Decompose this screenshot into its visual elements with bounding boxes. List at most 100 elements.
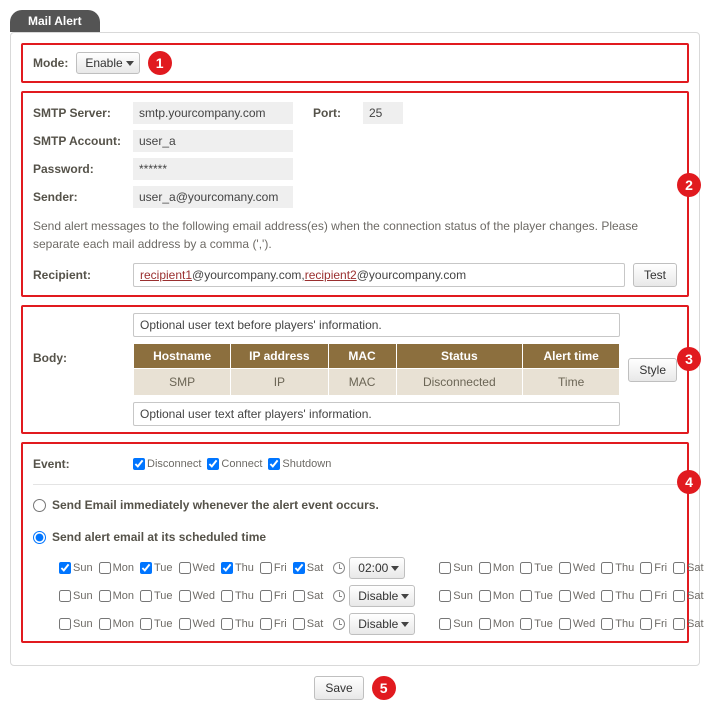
day-thu-checkbox[interactable] — [221, 618, 233, 630]
day-thu-checkbox[interactable] — [601, 590, 613, 602]
schedule-row-1-left: SunMonTueWedThuFriSatDisable — [59, 585, 415, 607]
day-fri-checkbox[interactable] — [260, 618, 272, 630]
day-sat-checkbox[interactable] — [673, 618, 685, 630]
day-thu-checkbox[interactable] — [601, 562, 613, 574]
style-button[interactable]: Style — [628, 358, 677, 382]
day-sat-label: Sat — [307, 563, 324, 574]
day-wed-checkbox[interactable] — [559, 590, 571, 602]
td-hostname: SMP — [134, 369, 231, 396]
day-fri-label: Fri — [274, 563, 287, 574]
mode-label: Mode: — [33, 56, 68, 70]
day-wed-checkbox[interactable] — [559, 618, 571, 630]
day-mon-checkbox[interactable] — [99, 618, 111, 630]
time-select[interactable]: 02:00 — [349, 557, 405, 579]
day-wed-checkbox[interactable] — [179, 562, 191, 574]
day-wed-label: Wed — [193, 619, 215, 630]
day-mon-checkbox[interactable] — [479, 618, 491, 630]
body-before-input[interactable] — [133, 313, 620, 337]
body-section: 3 Body: Hostname IP address MAC Status A… — [21, 305, 689, 434]
day-sun-checkbox[interactable] — [439, 590, 451, 602]
event-connect-checkbox[interactable] — [207, 458, 219, 470]
day-tue-checkbox[interactable] — [520, 590, 532, 602]
day-mon-checkbox[interactable] — [479, 562, 491, 574]
send-scheduled-radio[interactable] — [33, 531, 46, 544]
day-mon-checkbox[interactable] — [99, 590, 111, 602]
day-tue-checkbox[interactable] — [140, 590, 152, 602]
day-sat-checkbox[interactable] — [293, 618, 305, 630]
clock-icon — [333, 562, 345, 574]
body-preview-table: Hostname IP address MAC Status Alert tim… — [133, 343, 620, 396]
schedule-row-2-left: SunMonTueWedThuFriSatDisable — [59, 613, 415, 635]
smtp-server-label: SMTP Server: — [33, 106, 133, 120]
day-tue-checkbox[interactable] — [520, 618, 532, 630]
day-fri-label: Fri — [654, 563, 667, 574]
event-disconnect-checkbox[interactable] — [133, 458, 145, 470]
clock-icon — [333, 618, 345, 630]
day-fri-label: Fri — [274, 591, 287, 602]
annotation-1: 1 — [148, 51, 172, 75]
smtp-server-input[interactable] — [133, 102, 293, 124]
smtp-password-input[interactable] — [133, 158, 293, 180]
smtp-account-input[interactable] — [133, 130, 293, 152]
day-sat-checkbox[interactable] — [293, 590, 305, 602]
day-thu-checkbox[interactable] — [221, 562, 233, 574]
day-sat-label: Sat — [687, 619, 704, 630]
day-tue-label: Tue — [534, 619, 553, 630]
day-sat-checkbox[interactable] — [293, 562, 305, 574]
day-tue-checkbox[interactable] — [520, 562, 532, 574]
day-tue-checkbox[interactable] — [140, 618, 152, 630]
mode-value: Enable — [85, 56, 122, 70]
time-select[interactable]: Disable — [349, 613, 415, 635]
save-button[interactable]: Save — [314, 676, 363, 700]
day-fri-checkbox[interactable] — [640, 590, 652, 602]
day-mon-checkbox[interactable] — [479, 590, 491, 602]
schedule-row-0-right: SunMonTueWedThuFriSatDisable — [439, 557, 710, 579]
day-wed-checkbox[interactable] — [559, 562, 571, 574]
mode-select[interactable]: Enable — [76, 52, 139, 74]
day-fri-checkbox[interactable] — [640, 618, 652, 630]
clock-icon — [333, 590, 345, 602]
day-sun-checkbox[interactable] — [439, 618, 451, 630]
event-disconnect-label: Disconnect — [147, 459, 201, 470]
day-wed-checkbox[interactable] — [179, 618, 191, 630]
day-sun-checkbox[interactable] — [59, 590, 71, 602]
event-shutdown-label: Shutdown — [282, 459, 331, 470]
day-sat-checkbox[interactable] — [673, 590, 685, 602]
day-fri-label: Fri — [654, 619, 667, 630]
day-fri-checkbox[interactable] — [640, 562, 652, 574]
day-thu-checkbox[interactable] — [221, 590, 233, 602]
recipient-input[interactable]: recipient1@yourcompany.com,recipient2@yo… — [133, 263, 625, 287]
day-sun-label: Sun — [73, 563, 93, 574]
th-status: Status — [396, 344, 522, 369]
day-mon-label: Mon — [493, 563, 514, 574]
smtp-password-label: Password: — [33, 162, 133, 176]
send-immediate-radio[interactable] — [33, 499, 46, 512]
day-fri-checkbox[interactable] — [260, 562, 272, 574]
smtp-port-input[interactable] — [363, 102, 403, 124]
day-mon-checkbox[interactable] — [99, 562, 111, 574]
th-alert-time: Alert time — [523, 344, 620, 369]
day-fri-label: Fri — [274, 619, 287, 630]
schedule-row-2-right: SunMonTueWedThuFriSatDisable — [439, 613, 710, 635]
day-sat-label: Sat — [687, 591, 704, 602]
day-thu-label: Thu — [615, 619, 634, 630]
day-tue-checkbox[interactable] — [140, 562, 152, 574]
test-button[interactable]: Test — [633, 263, 677, 287]
day-sat-checkbox[interactable] — [673, 562, 685, 574]
day-fri-checkbox[interactable] — [260, 590, 272, 602]
day-wed-label: Wed — [193, 591, 215, 602]
day-sun-checkbox[interactable] — [59, 562, 71, 574]
day-sun-checkbox[interactable] — [59, 618, 71, 630]
day-sun-checkbox[interactable] — [439, 562, 451, 574]
smtp-sender-input[interactable] — [133, 186, 293, 208]
annotation-2: 2 — [677, 173, 701, 197]
time-select[interactable]: Disable — [349, 585, 415, 607]
smtp-account-label: SMTP Account: — [33, 134, 133, 148]
annotation-5: 5 — [372, 676, 396, 700]
body-after-input[interactable] — [133, 402, 620, 426]
day-sun-label: Sun — [73, 619, 93, 630]
day-thu-label: Thu — [235, 619, 254, 630]
day-thu-checkbox[interactable] — [601, 618, 613, 630]
event-shutdown-checkbox[interactable] — [268, 458, 280, 470]
day-wed-checkbox[interactable] — [179, 590, 191, 602]
